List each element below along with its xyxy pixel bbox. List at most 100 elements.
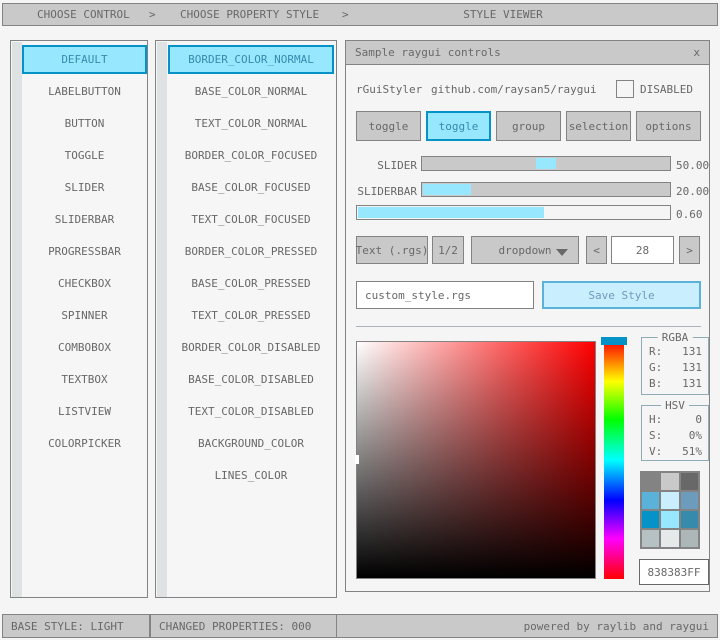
hsv-h-label: H:	[649, 413, 662, 426]
control-item-colorpicker[interactable]: COLORPICKER	[22, 429, 147, 458]
property-item-text-color-pressed[interactable]: TEXT_COLOR_PRESSED	[168, 301, 334, 330]
half-button[interactable]: 1/2	[432, 236, 464, 264]
property-item-text-color-disabled[interactable]: TEXT_COLOR_DISABLED	[168, 397, 334, 426]
control-item-checkbox[interactable]: CHECKBOX	[22, 269, 147, 298]
sliderbar-track[interactable]	[421, 182, 671, 197]
rgba-b-row: B: 131	[642, 377, 708, 390]
property-item-base-color-disabled[interactable]: BASE_COLOR_DISABLED	[168, 365, 334, 394]
changed-properties-label: CHANGED PROPERTIES: 000	[159, 620, 311, 633]
swatch-text-normal[interactable]	[681, 473, 698, 490]
hsv-h-value: 0	[695, 413, 702, 426]
style-filename-input[interactable]: custom_style.rgs	[356, 281, 534, 309]
swatch-text-pressed[interactable]	[681, 511, 698, 528]
status-base-style: BASE STYLE: LIGHT	[2, 614, 150, 638]
color-picker-area[interactable]	[356, 341, 596, 579]
spinner-increment-button[interactable]: >	[679, 236, 700, 264]
toggle-button-2-active[interactable]: toggle	[426, 111, 491, 141]
swatch-base-normal[interactable]	[661, 473, 678, 490]
text-rgs-button[interactable]: Text (.rgs)	[356, 236, 428, 264]
controls-list-panel: DEFAULT LABELBUTTON BUTTON TOGGLE SLIDER…	[10, 40, 148, 598]
property-item-base-color-pressed[interactable]: BASE_COLOR_PRESSED	[168, 269, 334, 298]
hsv-s-value: 0%	[689, 429, 702, 442]
rguistyler-app: CHOOSE CONTROL > CHOOSE PROPERTY STYLE >…	[0, 0, 720, 640]
sliderbar-label: SLIDERBAR	[346, 185, 417, 198]
property-item-base-color-focused[interactable]: BASE_COLOR_FOCUSED	[168, 173, 334, 202]
properties-list-scrollbar[interactable]	[157, 42, 167, 597]
toggle-button-options[interactable]: options	[636, 111, 701, 141]
properties-list-panel: BORDER_COLOR_NORMAL BASE_COLOR_NORMAL TE…	[155, 40, 337, 598]
property-item-text-color-normal[interactable]: TEXT_COLOR_NORMAL	[168, 109, 334, 138]
spinner-value-box[interactable]: 28	[611, 236, 674, 264]
swatch-border-pressed[interactable]	[642, 511, 659, 528]
toggle-button-1[interactable]: toggle	[356, 111, 421, 141]
property-item-lines-color[interactable]: LINES_COLOR	[168, 461, 334, 490]
property-item-border-color-focused[interactable]: BORDER_COLOR_FOCUSED	[168, 141, 334, 170]
hsv-s-label: S:	[649, 429, 662, 442]
slider-thumb[interactable]	[536, 158, 556, 169]
control-item-listview[interactable]: LISTVIEW	[22, 397, 147, 426]
control-item-sliderbar[interactable]: SLIDERBAR	[22, 205, 147, 234]
status-changed-properties: CHANGED PROPERTIES: 000	[150, 614, 337, 638]
progress-bar-fill	[358, 207, 544, 218]
swatch-base-disabled[interactable]	[661, 530, 678, 547]
properties-list: BORDER_COLOR_NORMAL BASE_COLOR_NORMAL TE…	[168, 45, 334, 493]
control-item-progressbar[interactable]: PROGRESSBAR	[22, 237, 147, 266]
status-powered-by: powered by raylib and raygui	[336, 614, 718, 638]
swatch-border-focused[interactable]	[642, 492, 659, 509]
toggle-button-selection[interactable]: selection	[566, 111, 631, 141]
separator-line	[356, 326, 701, 327]
property-item-border-color-pressed[interactable]: BORDER_COLOR_PRESSED	[168, 237, 334, 266]
control-item-textbox[interactable]: TEXTBOX	[22, 365, 147, 394]
hsv-s-row: S: 0%	[642, 429, 708, 442]
property-item-border-color-disabled[interactable]: BORDER_COLOR_DISABLED	[168, 333, 334, 362]
property-item-base-color-normal[interactable]: BASE_COLOR_NORMAL	[168, 77, 334, 106]
swatch-text-focused[interactable]	[681, 492, 698, 509]
slider-track[interactable]	[421, 156, 671, 171]
swatch-text-disabled[interactable]	[681, 530, 698, 547]
control-item-slider[interactable]: SLIDER	[22, 173, 147, 202]
base-style-label: BASE STYLE: LIGHT	[11, 620, 124, 633]
property-item-border-color-normal[interactable]: BORDER_COLOR_NORMAL	[168, 45, 334, 74]
save-style-button[interactable]: Save Style	[542, 281, 701, 309]
chevron-right-icon: >	[342, 8, 349, 21]
spinner-decrement-button[interactable]: <	[586, 236, 607, 264]
rgba-r-value: 131	[682, 345, 702, 358]
hue-bar[interactable]	[604, 341, 624, 579]
hsv-group-box: HSV H: 0 S: 0% V: 51%	[641, 405, 709, 461]
hex-color-input[interactable]: 838383FF	[639, 559, 709, 585]
dropdown-select[interactable]: dropdown	[471, 236, 579, 264]
window-title-bar[interactable]: Sample raygui controls x	[346, 41, 709, 65]
powered-by-label: powered by raylib and raygui	[524, 620, 709, 633]
close-icon[interactable]: x	[693, 46, 700, 59]
app-name-label: rGuiStyler	[356, 83, 422, 96]
disabled-checkbox[interactable]	[616, 80, 634, 98]
control-item-spinner[interactable]: SPINNER	[22, 301, 147, 330]
property-item-text-color-focused[interactable]: TEXT_COLOR_FOCUSED	[168, 205, 334, 234]
hsv-v-label: V:	[649, 445, 662, 458]
control-item-labelbutton[interactable]: LABELBUTTON	[22, 77, 147, 106]
sliderbar-value: 20.00	[676, 185, 709, 198]
rgba-r-row: R: 131	[642, 345, 708, 358]
sliderbar-fill	[423, 184, 471, 195]
swatch-base-pressed[interactable]	[661, 511, 678, 528]
control-item-combobox[interactable]: COMBOBOX	[22, 333, 147, 362]
hue-bar-cursor[interactable]	[601, 337, 627, 345]
repo-link[interactable]: github.com/raysan5/raygui	[431, 83, 597, 96]
hsv-v-value: 51%	[682, 445, 702, 458]
control-item-toggle[interactable]: TOGGLE	[22, 141, 147, 170]
progress-value: 0.60	[676, 208, 703, 221]
hsv-group-title: HSV	[661, 399, 689, 412]
control-item-default[interactable]: DEFAULT	[22, 45, 147, 74]
dropdown-label: dropdown	[499, 244, 552, 257]
section-choose-property-style: CHOOSE PROPERTY STYLE	[180, 8, 319, 21]
swatch-base-focused[interactable]	[661, 492, 678, 509]
toggle-button-group[interactable]: group	[496, 111, 561, 141]
controls-list-scrollbar[interactable]	[12, 42, 22, 597]
control-item-button[interactable]: BUTTON	[22, 109, 147, 138]
swatch-border-disabled[interactable]	[642, 530, 659, 547]
property-item-background-color[interactable]: BACKGROUND_COLOR	[168, 429, 334, 458]
rgba-g-value: 131	[682, 361, 702, 374]
color-picker-cursor[interactable]	[355, 455, 359, 464]
rgba-g-row: G: 131	[642, 361, 708, 374]
swatch-border-normal[interactable]	[642, 473, 659, 490]
